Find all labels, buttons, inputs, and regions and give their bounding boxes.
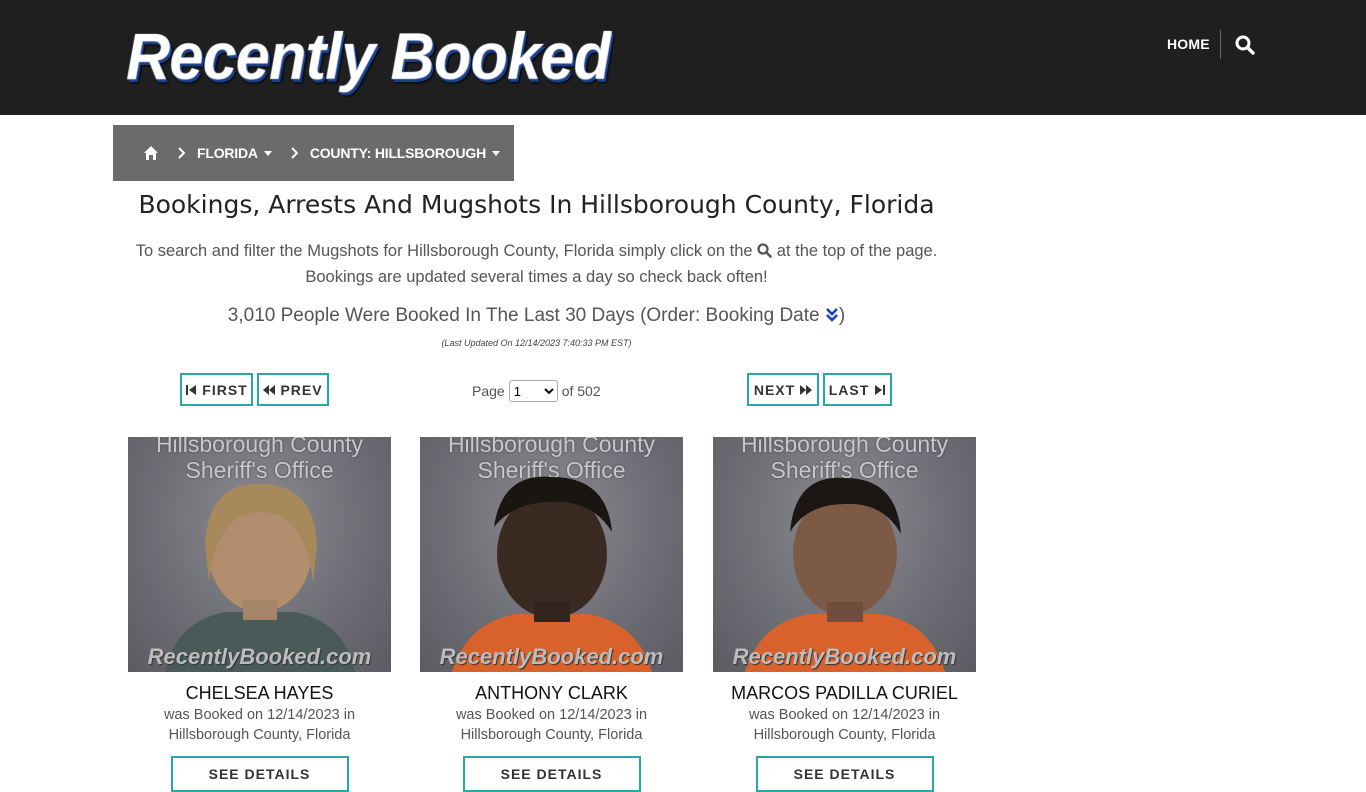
booking-info: was Booked on 12/14/2023 in Hillsborough… <box>420 705 683 745</box>
person-name[interactable]: ANTHONY CLARK <box>420 683 683 704</box>
search-icon <box>757 243 772 258</box>
intro-text-after: at the top of the page. <box>776 242 938 260</box>
booking-info: was Booked on 12/14/2023 in Hillsborough… <box>713 705 976 745</box>
photo-header-line1: Hillsborough County <box>447 437 656 457</box>
booking-count-close: ) <box>838 305 846 326</box>
page-select[interactable]: 1 <box>508 380 558 402</box>
double-chevron-down-icon[interactable] <box>825 307 839 323</box>
mugshot-photo[interactable]: Hillsborough County Sheriff's Office Rec… <box>420 437 683 672</box>
breadcrumb-county-dropdown[interactable]: COUNTY: HILLSBOROUGH <box>309 145 501 161</box>
page-title: Bookings, Arrests And Mugshots In Hillsb… <box>138 190 935 219</box>
mugshot-photo[interactable]: Hillsborough County Sheriff's Office Rec… <box>713 437 976 672</box>
intro-text: To search and filter the Mugshots for Hi… <box>113 238 960 290</box>
search-icon[interactable] <box>1235 35 1255 55</box>
intro-text-before: To search and filter the Mugshots for Hi… <box>135 242 753 260</box>
person-silhouette <box>164 483 355 672</box>
page-label: Page <box>472 383 505 399</box>
page-total: of 502 <box>561 383 601 399</box>
prev-page-button[interactable]: PREV <box>257 373 329 406</box>
person-silhouette <box>744 477 945 672</box>
forward-icon <box>800 384 813 395</box>
breadcrumb-state-dropdown[interactable]: FLORIDA <box>197 145 272 161</box>
booking-date: was Booked on 12/14/2023 in <box>455 707 648 723</box>
photo-watermark: RecentlyBooked.com <box>147 644 372 669</box>
chevron-right-icon <box>178 147 185 159</box>
logo-text: Recently Booked <box>126 19 611 93</box>
caret-down-icon <box>492 150 501 156</box>
see-details-button[interactable]: SEE DETAILS <box>755 756 934 792</box>
first-page-label: FIRST <box>202 381 248 398</box>
see-details-button[interactable]: SEE DETAILS <box>462 756 641 792</box>
first-page-button[interactable]: FIRST <box>180 373 253 406</box>
last-page-button[interactable]: LAST <box>823 373 892 406</box>
site-logo[interactable]: Recently Booked Recently Booked <box>126 18 616 96</box>
booking-card: Hillsborough County Sheriff's Office Rec… <box>420 437 683 792</box>
last-page-label: LAST <box>828 381 870 398</box>
booking-location: Hillsborough County, Florida <box>460 727 643 743</box>
backward-icon <box>263 384 276 395</box>
booking-info: was Booked on 12/14/2023 in Hillsborough… <box>128 705 391 745</box>
nav-home-link[interactable]: HOME <box>1167 36 1210 52</box>
mugshot-photo[interactable]: Hillsborough County Sheriff's Office Rec… <box>128 437 391 672</box>
person-name[interactable]: CHELSEA HAYES <box>128 683 391 704</box>
next-page-label: NEXT <box>753 381 796 398</box>
step-forward-icon <box>875 384 886 395</box>
booking-count-text: 3,010 People Were Booked In The Last 30 … <box>227 305 820 326</box>
booking-location: Hillsborough County, Florida <box>168 727 351 743</box>
booking-date: was Booked on 12/14/2023 in <box>748 707 941 723</box>
intro-text-line2: Bookings are updated several times a day… <box>305 268 768 286</box>
breadcrumb-state-label: FLORIDA <box>197 145 258 161</box>
chevron-right-icon <box>291 147 298 159</box>
person-name[interactable]: MARCOS PADILLA CURIEL <box>713 683 976 704</box>
photo-watermark: RecentlyBooked.com <box>732 644 957 669</box>
home-icon[interactable] <box>143 145 159 161</box>
top-navbar: Recently Booked Recently Booked HOME <box>0 0 1366 115</box>
last-updated: (Last Updated On 12/14/2023 7:40:33 PM E… <box>441 338 632 348</box>
step-backward-icon <box>186 384 197 395</box>
see-details-button[interactable]: SEE DETAILS <box>170 756 349 792</box>
booking-card: Hillsborough County Sheriff's Office Rec… <box>713 437 976 792</box>
breadcrumb-county-label: COUNTY: HILLSBOROUGH <box>309 145 487 161</box>
booking-card: Hillsborough County Sheriff's Office Rec… <box>128 437 391 792</box>
page-selector: Page 1 of 502 <box>472 380 601 402</box>
booking-date: was Booked on 12/14/2023 in <box>163 707 356 723</box>
photo-header-line1: Hillsborough County <box>155 437 364 457</box>
photo-header-line1: Hillsborough County <box>740 437 949 457</box>
person-silhouette <box>451 476 652 672</box>
breadcrumb: FLORIDA COUNTY: HILLSBOROUGH <box>113 125 514 181</box>
prev-page-label: PREV <box>280 381 323 398</box>
booking-location: Hillsborough County, Florida <box>753 727 936 743</box>
caret-down-icon <box>263 150 272 156</box>
nav-divider <box>1220 30 1221 59</box>
next-page-button[interactable]: NEXT <box>747 373 819 406</box>
photo-watermark: RecentlyBooked.com <box>439 644 664 669</box>
booking-count: 3,010 People Were Booked In The Last 30 … <box>113 305 960 327</box>
